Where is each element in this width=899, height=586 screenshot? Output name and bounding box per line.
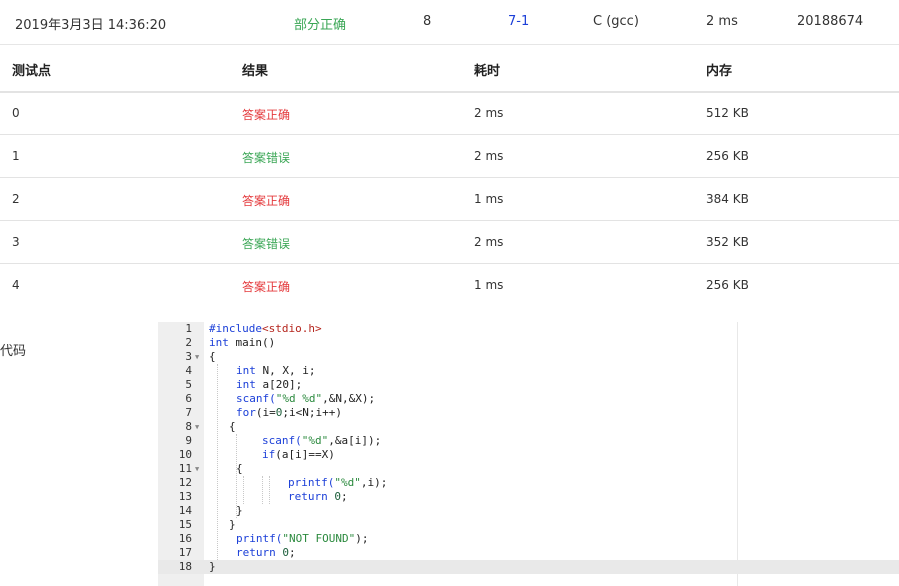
cell-test-id: 3 [12,235,20,249]
submission-row: 2019年3月3日 14:36:20 部分正确 8 7-1 C (gcc) 2 … [0,0,899,45]
cell-test-id: 2 [12,192,20,206]
code-line: 5 int a[20]; [158,378,899,392]
cell-time: 1 ms [474,278,504,292]
code-line: 1 #include<stdio.h> [158,322,899,336]
cell-time: 2 ms [474,106,504,120]
compiler-label: C (gcc) [593,14,639,29]
indent-guide [236,434,237,518]
line-number: 6 [185,392,192,405]
fold-toggle-icon[interactable]: ▼ [195,420,199,434]
cell-memory: 256 KB [706,278,749,292]
header-memory: 内存 [706,64,733,79]
line-number: 13 [178,490,192,503]
code-line: 14 } [158,504,899,518]
table-row: 1 答案错误 2 ms 256 KB [0,135,899,178]
submission-duration: 2 ms [706,14,738,29]
submission-user[interactable]: 20188674 [797,14,863,29]
indent-guide [243,476,244,504]
line-number: 12 [178,476,192,489]
table-row: 2 答案正确 1 ms 384 KB [0,178,899,221]
line-number: 9 [185,434,192,447]
cell-test-id: 4 [12,278,20,292]
line-number: 8 [185,420,192,433]
problem-link[interactable]: 7-1 [508,14,529,29]
code-line: 4 int N, X, i; [158,364,899,378]
line-number: 10 [178,448,192,461]
cell-memory: 512 KB [706,106,749,120]
code-line: 15 } [158,518,899,532]
indent-guide [217,364,218,560]
line-number: 7 [185,406,192,419]
cell-time: 2 ms [474,149,504,163]
code-line: 3 ▼ { [158,350,899,364]
indent-guide [262,476,263,504]
cell-memory: 384 KB [706,192,749,206]
cell-result: 答案错误 [242,237,291,251]
code-line: 2 int main() [158,336,899,350]
header-test-point: 测试点 [12,64,52,79]
code-editor[interactable]: 1 #include<stdio.h> 2 int main() 3 ▼ { 4… [158,322,899,586]
code-line: 10 if(a[i]==X) [158,448,899,462]
fold-toggle-icon[interactable]: ▼ [195,350,199,364]
line-number: 16 [178,532,192,545]
cell-test-id: 0 [12,106,20,120]
table-header: 测试点 结果 耗时 内存 [0,45,899,93]
line-number: 18 [178,560,192,573]
fold-toggle-icon[interactable]: ▼ [195,462,199,476]
code-line: 17 return 0; [158,546,899,560]
cell-memory: 352 KB [706,235,749,249]
code-line: 16 printf("NOT FOUND"); [158,532,899,546]
cell-result: 答案正确 [242,280,291,294]
table-row: 4 答案正确 1 ms 256 KB [0,264,899,306]
cell-test-id: 1 [12,149,20,163]
code-line: 6 scanf("%d %d",&N,&X); [158,392,899,406]
code-line: 7 for(i=0;i<N;i++) [158,406,899,420]
code-line: 11 ▼ { [158,462,899,476]
line-number: 1 [185,322,192,335]
line-number: 5 [185,378,192,391]
line-number: 2 [185,336,192,349]
submission-score: 8 [423,14,432,29]
code-line: 8 ▼ { [158,420,899,434]
cell-time: 1 ms [474,192,504,206]
header-time: 耗时 [474,64,501,79]
cell-time: 2 ms [474,235,504,249]
line-number: 11 [178,462,192,475]
line-number: 17 [178,546,192,559]
cell-result: 答案错误 [242,151,291,165]
line-number: 14 [178,504,192,517]
cell-result: 答案正确 [242,108,291,122]
indent-guide [269,476,270,504]
code-label: 代码 [0,344,27,359]
code-line-active: 18 } [158,560,899,574]
cell-memory: 256 KB [706,149,749,163]
table-row: 3 答案错误 2 ms 352 KB [0,221,899,264]
line-number: 3 [185,350,192,363]
submission-time: 2019年3月3日 14:36:20 [15,18,167,33]
code-line: 9 scanf("%d",&a[i]); [158,434,899,448]
table-row: 0 答案正确 2 ms 512 KB [0,92,899,135]
header-result: 结果 [242,64,269,79]
line-number: 4 [185,364,192,377]
cell-result: 答案正确 [242,194,291,208]
line-number: 15 [178,518,192,531]
submission-status[interactable]: 部分正确 [294,14,346,33]
